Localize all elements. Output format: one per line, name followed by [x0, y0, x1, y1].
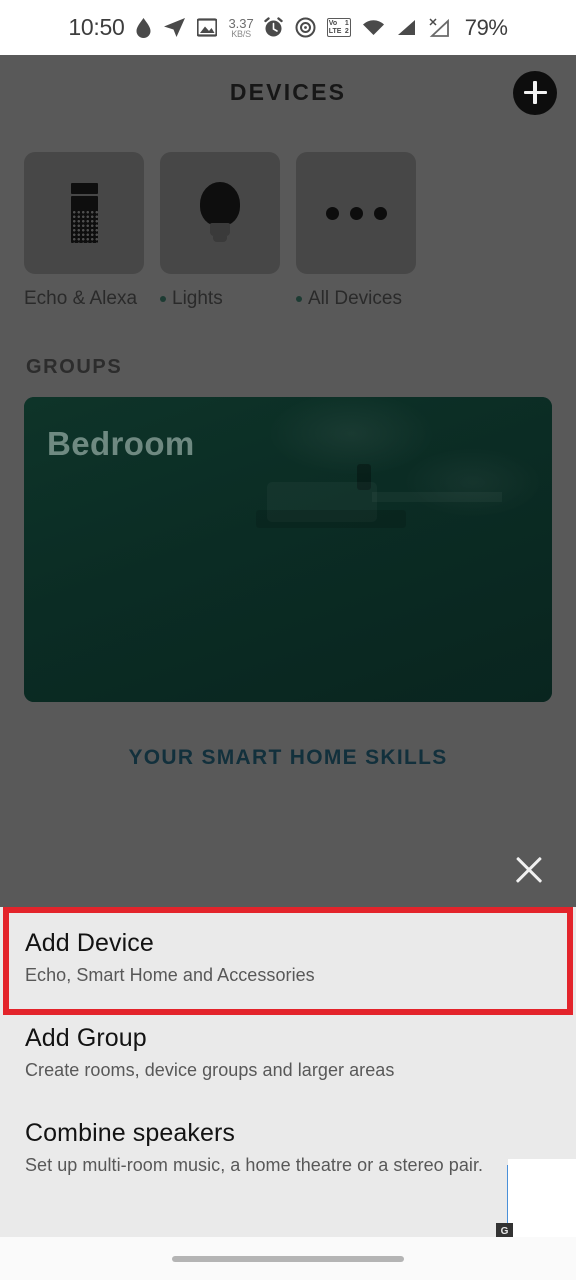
volte-icon: Vo 1 LTE 2: [326, 18, 351, 37]
network-speed-value: 3.37: [228, 15, 254, 31]
volte-label-top: Vo: [328, 20, 338, 27]
light-bulb-icon: [197, 182, 243, 244]
groups-section-title: GROUPS: [26, 356, 123, 378]
sheet-item-add-device[interactable]: Add Device Echo, Smart Home and Accessor…: [0, 907, 576, 1002]
sheet-item-subtitle: Echo, Smart Home and Accessories: [25, 965, 315, 985]
category-all-devices[interactable]: All Devices: [296, 152, 416, 310]
category-lights[interactable]: Lights: [160, 152, 280, 310]
phone-screen: 10:50 3.37 KB/S Vo 1 LTE 2 79% DEVICES E…: [0, 0, 576, 1280]
navigation-bar: [0, 1237, 576, 1280]
action-sheet: Add Device Echo, Smart Home and Accessor…: [0, 907, 576, 1280]
decor-shelf: [372, 491, 503, 502]
network-speed-unit: KB/S: [231, 28, 251, 39]
status-dot: [296, 296, 302, 302]
location-tracking-icon: [295, 17, 316, 38]
device-category-row: Echo & Alexa Lights All Devices: [0, 130, 576, 310]
water-drop-icon: [135, 17, 152, 39]
alarm-clock-icon: [263, 17, 284, 38]
sheet-item-combine-speakers[interactable]: Combine speakers Set up multi-room music…: [0, 1097, 576, 1192]
close-button[interactable]: [507, 848, 551, 892]
category-label: Echo & Alexa: [24, 288, 138, 309]
plus-icon-vertical: [533, 81, 537, 104]
add-button[interactable]: [513, 70, 557, 115]
image-icon: [197, 18, 218, 37]
sheet-item-title: Add Device: [25, 929, 154, 957]
category-label-wrap: All Devices: [296, 288, 416, 310]
status-bar: 10:50 3.37 KB/S Vo 1 LTE 2 79%: [0, 0, 576, 55]
sheet-item-title: Combine speakers: [25, 1119, 236, 1147]
more-dots-icon: [325, 206, 387, 220]
volte-sim-bottom: 2: [344, 27, 349, 35]
smart-home-skills-link[interactable]: YOUR SMART HOME SKILLS: [0, 746, 576, 770]
network-speed-indicator: 3.37 KB/S: [228, 17, 253, 39]
category-label-wrap: Lights: [160, 288, 280, 310]
wifi-icon: [362, 19, 385, 37]
volte-label-bottom: LTE: [328, 27, 342, 35]
status-dot: [160, 296, 166, 302]
category-tile[interactable]: [296, 152, 416, 274]
sheet-item-subtitle: Set up multi-room music, a home theatre …: [25, 1155, 484, 1175]
sheet-item-add-group[interactable]: Add Group Create rooms, device groups an…: [0, 1002, 576, 1097]
overlay-popup-panel: [508, 1159, 576, 1237]
sheet-item-subtitle: Create rooms, device groups and larger a…: [25, 1060, 395, 1080]
category-label-wrap: Echo & Alexa: [24, 288, 144, 310]
category-tile[interactable]: [160, 152, 280, 274]
signal-bars-icon: [396, 18, 417, 37]
echo-speaker-icon: [70, 183, 98, 243]
sheet-item-title: Add Group: [25, 1024, 147, 1052]
group-card-title: Bedroom: [47, 425, 195, 462]
decor-bed-base: [256, 509, 407, 528]
category-label: Lights: [172, 288, 223, 309]
page-title: DEVICES: [229, 79, 347, 105]
battery-percentage: 79%: [464, 14, 508, 40]
gesture-home-indicator[interactable]: [172, 1255, 404, 1262]
category-tile[interactable]: [24, 152, 144, 274]
category-label: All Devices: [308, 288, 402, 309]
signal-no-service-icon: [428, 17, 452, 38]
category-echo-alexa[interactable]: Echo & Alexa: [24, 152, 144, 310]
volte-sim-top: 1: [344, 20, 349, 27]
group-card-bedroom[interactable]: Bedroom: [24, 397, 552, 702]
app-header: DEVICES: [0, 55, 576, 130]
telegram-icon: [163, 17, 186, 38]
status-time: 10:50: [68, 14, 125, 40]
